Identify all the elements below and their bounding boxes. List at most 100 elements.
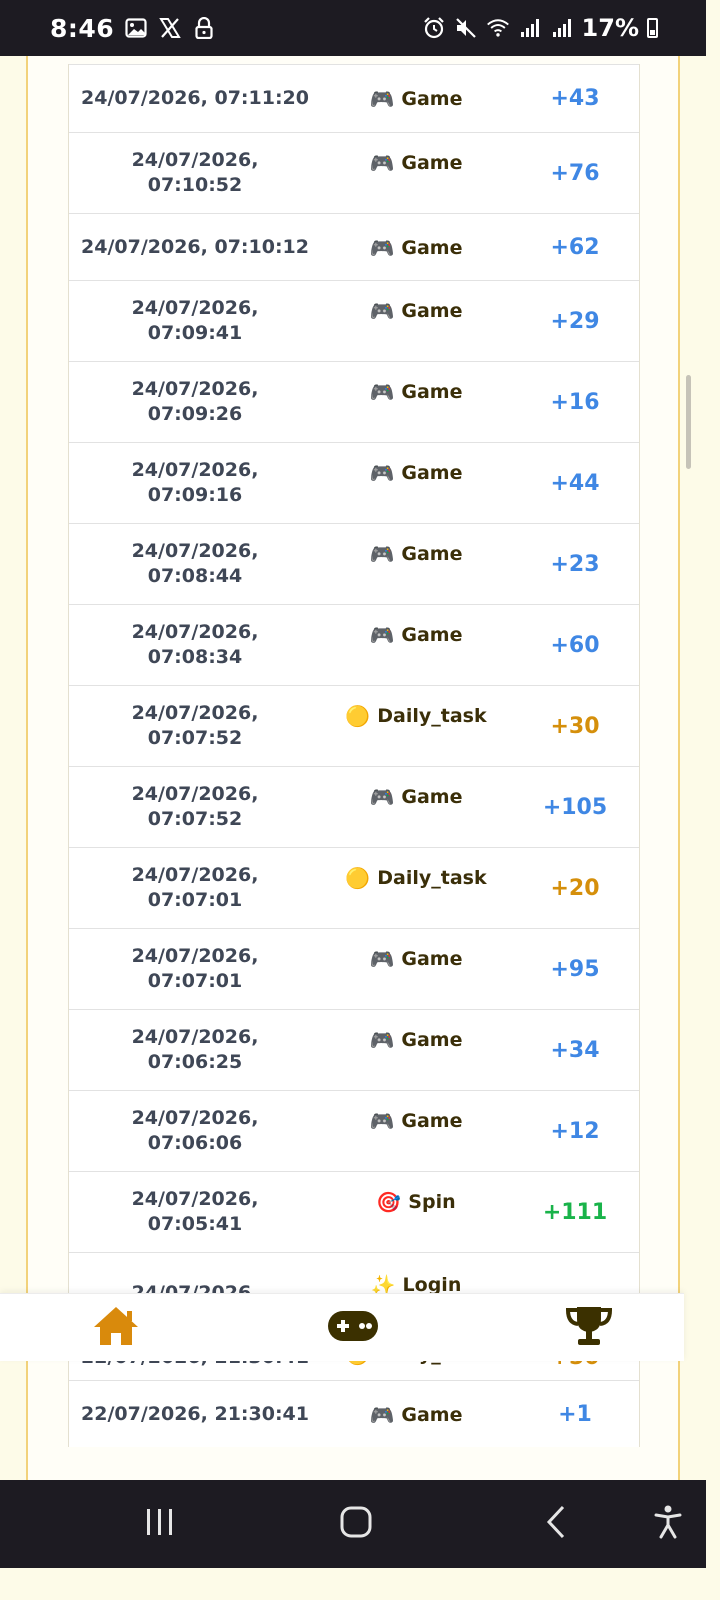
scrollbar[interactable] [686, 375, 691, 469]
status-bar: 8:46 17% [0, 0, 706, 56]
home-icon [92, 1305, 140, 1351]
clock: 8:46 [50, 13, 115, 43]
recent-apps-button[interactable] [130, 1480, 190, 1568]
row-type: 🎮 Game [321, 1028, 511, 1052]
row-date: 22/07/2026, 21:30:41 [81, 1402, 309, 1425]
gamepad-icon: 🎮 [369, 1403, 395, 1427]
row-type-label: Daily_task [377, 867, 487, 889]
table-row: 24/07/2026, 07:06:06 🎮 Game +12 [69, 1090, 639, 1171]
row-type: 🎮 Game [321, 1403, 511, 1427]
gamepad-icon: 🎮 [369, 236, 395, 260]
row-type-label: Game [401, 786, 463, 808]
table-row: 24/07/2026, 07:05:41 🎯 Spin +111 [69, 1171, 639, 1252]
row-type: 🎮 Game [321, 785, 511, 809]
row-type: 🎮 Game [321, 380, 511, 404]
row-type-label: Game [401, 300, 463, 322]
back-button[interactable] [526, 1480, 586, 1568]
row-date: 24/07/2026, 07:07:01 [131, 864, 259, 911]
table-row: 24/07/2026, 07:06:25 🎮 Game +34 [69, 1009, 639, 1090]
coin-icon: 🟡 [345, 704, 371, 728]
x-logo-icon [158, 16, 182, 40]
accessibility-icon [653, 1505, 683, 1543]
battery-percent: 17% [581, 14, 639, 42]
status-right: 17% [422, 14, 658, 42]
table-row: 22/07/2026, 21:30:41 🎮 Game +1 [69, 1380, 639, 1447]
image-icon [124, 16, 148, 40]
row-date: 24/07/2026, 07:05:41 [131, 1188, 259, 1235]
gamepad-icon: 🎮 [369, 947, 395, 971]
row-date: 24/07/2026, 07:10:12 [81, 235, 309, 258]
signal-icon [518, 16, 542, 40]
row-type: 🎮 Game [321, 151, 511, 175]
row-date: 24/07/2026, 07:08:34 [131, 621, 259, 668]
table-row: 24/07/2026, 07:09:41 🎮 Game +29 [69, 280, 639, 361]
table-row: 24/07/2026, 07:08:44 🎮 Game +23 [69, 523, 639, 604]
row-points: +23 [550, 551, 600, 577]
gamepad-icon: 🎮 [369, 151, 395, 175]
home-system-button[interactable] [326, 1480, 386, 1568]
row-points: +60 [550, 632, 600, 658]
battery-icon [647, 18, 658, 38]
row-type-label: Game [401, 1404, 463, 1426]
target-icon: 🎯 [376, 1190, 402, 1214]
gamepad-icon: 🎮 [369, 87, 395, 111]
row-type: 🎮 Game [321, 542, 511, 566]
row-points: +111 [542, 1199, 608, 1225]
row-date: 24/07/2026, 07:09:41 [131, 297, 259, 344]
row-date: 24/07/2026, 07:06:06 [131, 1107, 259, 1154]
accessibility-button[interactable] [640, 1480, 696, 1568]
table-row: 24/07/2026, 07:10:52 🎮 Game +76 [69, 132, 639, 213]
nav-leaderboard-button[interactable] [553, 1294, 625, 1361]
gamepad-icon: 🎮 [369, 1028, 395, 1052]
row-points: +95 [550, 956, 600, 982]
table-row: 24/07/2026, 07:07:01 🟡 Daily_task +20 [69, 847, 639, 928]
wifi-icon [486, 16, 510, 40]
recent-apps-icon [145, 1508, 175, 1540]
row-type-label: Game [401, 543, 463, 565]
table-row: 24/07/2026, 07:07:01 🎮 Game +95 [69, 928, 639, 1009]
row-points: +44 [550, 470, 600, 496]
row-points: +12 [550, 1118, 600, 1144]
home-circle-icon [340, 1506, 372, 1542]
row-type-label: Game [401, 624, 463, 646]
row-date: 24/07/2026, 07:09:16 [131, 459, 259, 506]
points-history-table: 24/07/2026, 07:11:20 🎮 Game +43 24/07/2026, … [68, 64, 640, 1447]
row-date: 24/07/2026, 07:11:20 [81, 87, 309, 109]
table-row: 24/07/2026, 07:10:12 🎮 Game +62 [69, 213, 639, 280]
gamepad-icon: 🎮 [369, 461, 395, 485]
row-date: 24/07/2026, 07:09:26 [131, 378, 259, 425]
row-date: 24/07/2026, 07:08:44 [131, 540, 259, 587]
table-row: 24/07/2026, 07:07:52 🎮 Game +105 [69, 766, 639, 847]
table-row: 24/07/2026, 07:07:52 🟡 Daily_task +30 [69, 685, 639, 766]
row-type: 🎯 Spin [321, 1190, 511, 1214]
row-type: 🎮 Game [321, 1109, 511, 1133]
table-row: 24/07/2026, 07:09:16 🎮 Game +44 [69, 442, 639, 523]
row-type: 🎮 Game [321, 87, 511, 111]
row-type: 🎮 Game [321, 623, 511, 647]
row-date: 24/07/2026, 07:06:25 [131, 1026, 259, 1073]
gamepad-icon [327, 1310, 379, 1346]
nav-home-button[interactable] [80, 1294, 152, 1361]
gamepad-icon: 🎮 [369, 785, 395, 809]
table-row: 24/07/2026, 07:11:20 🎮 Game +43 [69, 64, 639, 132]
row-points: +62 [550, 234, 600, 260]
row-type: 🎮 Game [321, 236, 511, 260]
row-date: 24/07/2026, 07:07:52 [131, 783, 259, 830]
row-points: +29 [550, 308, 600, 334]
row-type-label: Game [401, 1110, 463, 1132]
row-type-label: Game [401, 462, 463, 484]
signal-icon [550, 16, 574, 40]
row-date: 24/07/2026, 07:07:52 [131, 702, 259, 749]
gamepad-icon: 🎮 [369, 623, 395, 647]
nav-games-button[interactable] [318, 1294, 388, 1361]
lock-icon [192, 16, 216, 40]
mute-icon [454, 16, 478, 40]
gamepad-icon: 🎮 [369, 380, 395, 404]
row-type: 🎮 Game [321, 461, 511, 485]
row-type: 🎮 Game [321, 299, 511, 323]
row-type-label: Game [401, 237, 463, 259]
row-type-label: Daily_task [377, 705, 487, 727]
app-bottom-nav [0, 1293, 684, 1361]
row-type: 🟡 Daily_task [321, 866, 511, 890]
status-left: 8:46 [50, 14, 216, 43]
